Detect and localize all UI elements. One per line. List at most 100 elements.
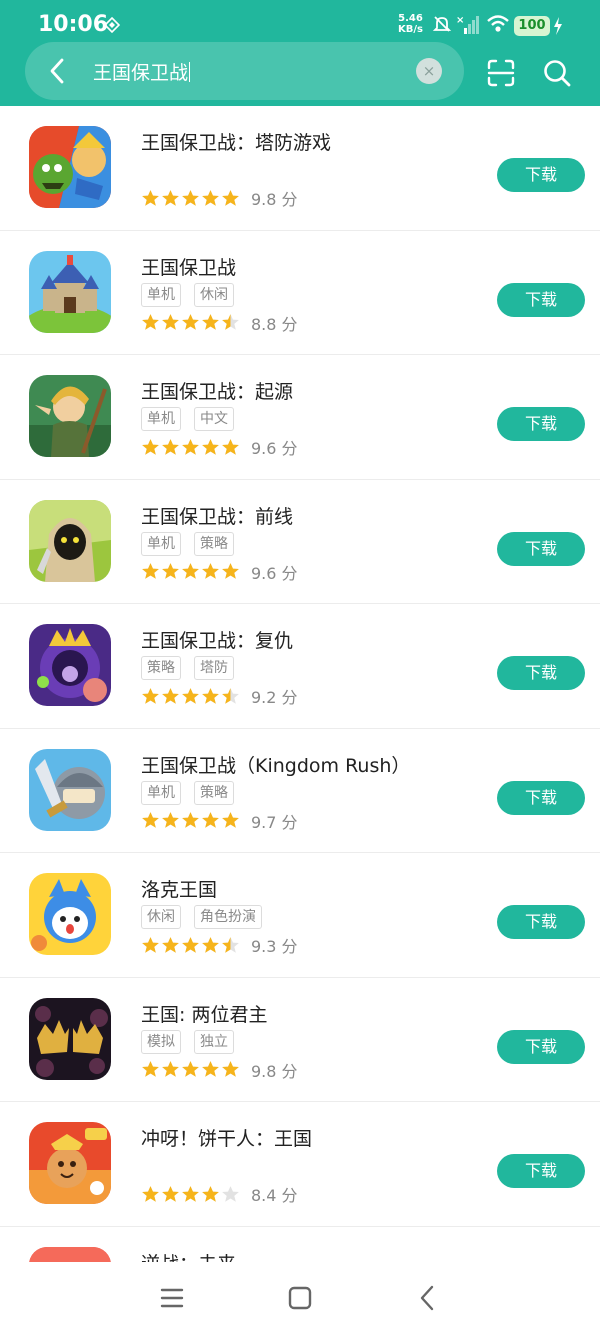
- rating: 9.8 分: [141, 188, 298, 209]
- list-item[interactable]: 王国保卫战：塔防游戏 9.8 分 下载: [0, 106, 600, 231]
- rating: 9.6 分: [141, 562, 298, 583]
- score: 9.6 分: [251, 439, 298, 458]
- sim-icon: [104, 17, 120, 33]
- star-icon: [182, 438, 199, 455]
- status-time: 10:06: [38, 12, 109, 37]
- list-item[interactable]: 逆战：未来: [0, 1227, 600, 1262]
- app-icon-kingdom-rush-frontiers[interactable]: [29, 499, 111, 582]
- app-icon-kingdom-rush-origins[interactable]: [29, 375, 111, 457]
- tag: 单机: [141, 407, 181, 431]
- star-icon: [142, 1061, 159, 1077]
- score: 9.6 分: [251, 563, 298, 583]
- rating: 9.8 分: [141, 1060, 298, 1081]
- star-icon: [162, 936, 179, 953]
- star-icon: [222, 1185, 239, 1202]
- list-item[interactable]: 王国保卫战：起源 单机 中文 9.6 分 下载: [0, 355, 600, 480]
- score: 9.8 分: [251, 190, 298, 209]
- search-icon[interactable]: [542, 58, 572, 88]
- download-button[interactable]: 下载: [497, 282, 585, 317]
- download-button[interactable]: 下载: [497, 1154, 585, 1188]
- app-icon-kingdom-rush-classic[interactable]: [29, 748, 111, 831]
- app-icon-kingdom-two-crowns[interactable]: [29, 997, 111, 1080]
- chevron-left-icon: [50, 58, 64, 84]
- tag-list: 单机 策略: [141, 780, 234, 805]
- star-icon: [222, 438, 239, 455]
- star-icon: [142, 563, 159, 579]
- download-button[interactable]: 下载: [497, 1029, 585, 1064]
- list-item[interactable]: 王国保卫战：前线 单机 策略 9.6 分 下载: [0, 480, 600, 604]
- download-button[interactable]: 下载: [497, 407, 585, 441]
- star-icon: [162, 314, 179, 330]
- tag: 休闲: [194, 282, 234, 307]
- list-item[interactable]: 王国保卫战：复仇 策略 塔防 9.2 分 下载: [0, 604, 600, 729]
- star-icon: [182, 687, 199, 704]
- score: 9.8 分: [251, 1061, 298, 1081]
- menu-icon[interactable]: [156, 1282, 188, 1314]
- back-button[interactable]: [39, 53, 75, 89]
- list-item[interactable]: 王国: 两位君主 模拟 独立 9.8 分 下载: [0, 978, 600, 1102]
- list-item[interactable]: 冲呀！饼干人：王国 8.4 分 下载: [0, 1102, 600, 1227]
- app-icon-kingdom-rush-td[interactable]: [29, 126, 111, 208]
- star-icon: [182, 563, 199, 579]
- clear-search-button[interactable]: ×: [416, 58, 442, 84]
- list-item[interactable]: 王国保卫战（Kingdom Rush） 单机 策略 9.7 分 下载: [0, 729, 600, 853]
- tag: 角色扮演: [194, 905, 262, 929]
- download-button[interactable]: 下载: [497, 905, 585, 939]
- system-nav-bar: [0, 1262, 600, 1333]
- rating: 9.6 分: [141, 437, 298, 458]
- app-title: 王国保卫战：起源: [141, 381, 294, 403]
- mute-bell-icon: [432, 16, 452, 32]
- search-input[interactable]: 王国保卫战: [93, 58, 191, 85]
- star-icon: [182, 189, 199, 206]
- star-icon: [162, 1185, 179, 1202]
- app-title: 王国保卫战: [141, 256, 237, 279]
- star-rating: [141, 687, 240, 706]
- star-icon: [182, 1185, 199, 1202]
- app-icon-roco-kingdom[interactable]: [29, 873, 111, 955]
- score: 9.2 分: [251, 688, 298, 707]
- tag: 独立: [194, 1029, 234, 1054]
- star-icon: [222, 1061, 239, 1077]
- star-icon: [182, 812, 199, 828]
- app-title: 王国保卫战（Kingdom Rush）: [141, 754, 411, 777]
- star-rating: [141, 313, 240, 332]
- list-item[interactable]: 王国保卫战 单机 休闲 8.8 分 下载: [0, 231, 600, 355]
- tag: 单机: [141, 282, 181, 307]
- rating: 8.4 分: [141, 1184, 298, 1205]
- tag: 休闲: [141, 905, 181, 929]
- download-button[interactable]: 下载: [497, 780, 585, 815]
- star-icon: [142, 189, 159, 206]
- download-button[interactable]: 下载: [497, 158, 585, 192]
- star-icon: [182, 936, 199, 953]
- star-icon: [222, 189, 239, 206]
- star-icon: [202, 189, 219, 206]
- app-icon-kingdom-rush-vengeance[interactable]: [29, 624, 111, 706]
- rating: 9.7 分: [141, 811, 298, 832]
- download-button[interactable]: 下载: [497, 656, 585, 690]
- app-icon-cookie-run-kingdom[interactable]: [29, 1122, 111, 1204]
- star-icon: [222, 936, 239, 953]
- app-icon-nizhan-future[interactable]: [29, 1246, 111, 1262]
- download-button[interactable]: 下载: [497, 531, 585, 566]
- app-title: 王国: 两位君主: [141, 1003, 268, 1026]
- home-square-icon[interactable]: [284, 1282, 316, 1314]
- star-icon: [142, 812, 159, 828]
- search-query: 王国保卫战: [93, 62, 189, 84]
- back-triangle-icon[interactable]: [412, 1282, 444, 1314]
- rating: 9.2 分: [141, 686, 298, 707]
- status-bar: 10:06 5.46 KB/s × 100: [0, 0, 600, 48]
- wifi-icon: [487, 15, 509, 32]
- star-rating: [141, 811, 240, 830]
- list-item[interactable]: 洛克王国 休闲 角色扮演 9.3 分 下载: [0, 853, 600, 978]
- tag: 塔防: [194, 656, 234, 680]
- scan-icon[interactable]: [486, 58, 516, 88]
- app-title: 洛克王国: [141, 879, 218, 901]
- star-icon: [202, 812, 219, 828]
- score: 9.7 分: [251, 812, 298, 832]
- tag-list: 策略 塔防: [141, 656, 234, 680]
- tag: 策略: [194, 531, 234, 556]
- tag-list: 单机 策略: [141, 531, 234, 556]
- star-icon: [162, 189, 179, 206]
- tag: 策略: [141, 656, 181, 680]
- app-icon-kingdom-rush[interactable]: [29, 250, 111, 333]
